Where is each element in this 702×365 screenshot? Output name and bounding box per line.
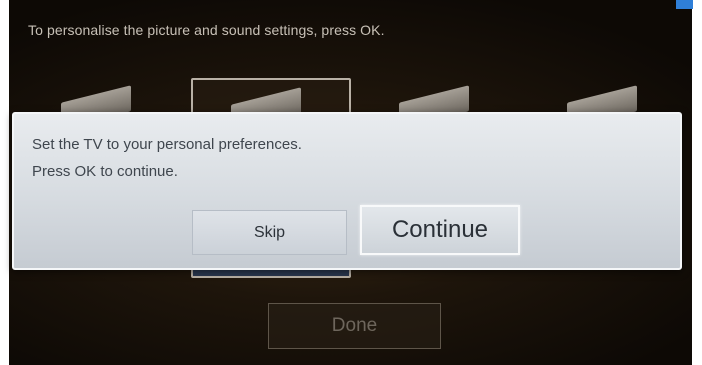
done-button[interactable]: Done — [268, 303, 441, 349]
dialog-hint: Press OK to continue. — [32, 163, 178, 180]
preferences-dialog: Set the TV to your personal preferences.… — [12, 112, 682, 270]
skip-button[interactable]: Skip — [192, 210, 347, 255]
instruction-banner: To personalise the picture and sound set… — [28, 22, 385, 38]
corner-indicator — [676, 0, 693, 9]
dialog-message: Set the TV to your personal preferences. — [32, 136, 302, 153]
continue-button[interactable]: Continue — [360, 205, 520, 255]
